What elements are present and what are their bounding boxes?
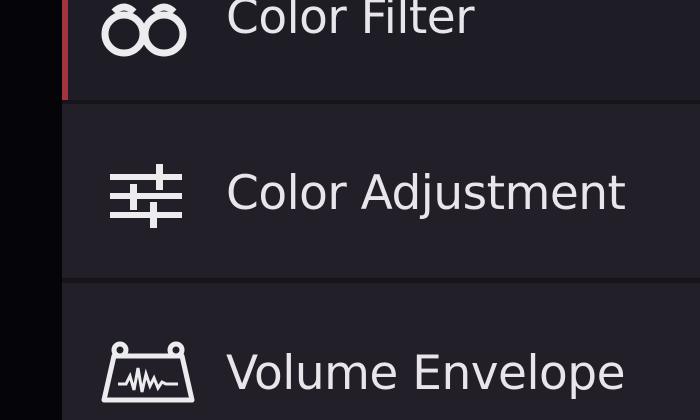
active-indicator [62, 0, 68, 100]
menu-item-label: Color Adjustment [226, 166, 626, 221]
menu-item-label: Volume Envelope [226, 346, 626, 401]
volume-envelope-icon [100, 340, 196, 406]
left-panel-edge [0, 0, 62, 420]
effects-menu: Color Filter Color Adjustment Volume Env… [62, 0, 700, 420]
menu-item-label: Color Filter [226, 0, 475, 45]
color-filter-icon [100, 0, 192, 62]
sliders-icon [106, 160, 186, 232]
screen: Color Filter Color Adjustment Volume Env… [0, 0, 700, 420]
